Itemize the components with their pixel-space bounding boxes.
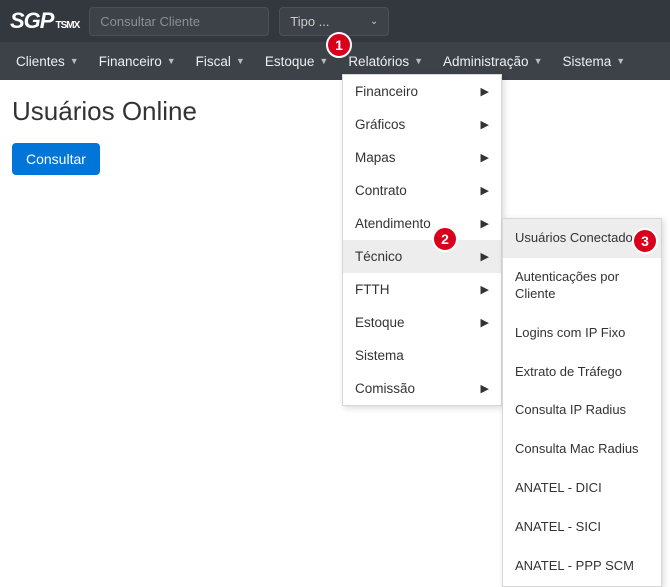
arrow-right-icon: ▶: [481, 316, 489, 329]
dropdown-item-label: Técnico: [355, 249, 402, 264]
arrow-right-icon: ▶: [481, 118, 489, 131]
dropdown-item-ftth[interactable]: FTTH ▶: [343, 273, 501, 306]
dropdown-item-contrato[interactable]: Contrato ▶: [343, 174, 501, 207]
dropdown-item-graficos[interactable]: Gráficos ▶: [343, 108, 501, 141]
arrow-right-icon: ▶: [481, 283, 489, 296]
menu-clientes[interactable]: Clientes▼: [6, 42, 89, 80]
menu-financeiro[interactable]: Financeiro▼: [89, 42, 186, 80]
annotation-badge-2: 2: [432, 226, 458, 252]
arrow-right-icon: ▶: [481, 151, 489, 164]
dropdown-item-label: Atendimento: [355, 216, 431, 231]
search-input[interactable]: [89, 7, 269, 36]
dropdown-item-label: Sistema: [355, 348, 404, 363]
arrow-right-icon: ▶: [481, 217, 489, 230]
submenu-item[interactable]: ANATEL - SICI: [503, 508, 661, 547]
annotation-badge-1: 1: [326, 32, 352, 58]
logo-small: TSMX: [55, 20, 79, 31]
submenu-item[interactable]: Extrato de Tráfego: [503, 353, 661, 392]
dropdown-item-label: Mapas: [355, 150, 396, 165]
dropdown-item-mapas[interactable]: Mapas ▶: [343, 141, 501, 174]
logo-big: SGP: [10, 8, 53, 34]
logo: SGP TSMX: [10, 8, 79, 34]
dropdown-item-label: Comissão: [355, 381, 415, 396]
arrow-right-icon: ▶: [481, 184, 489, 197]
dropdown-item-estoque[interactable]: Estoque ▶: [343, 306, 501, 339]
page-title: Usuários Online: [12, 96, 658, 127]
arrow-right-icon: ▶: [481, 250, 489, 263]
dropdown-item-atendimento[interactable]: Atendimento ▶: [343, 207, 501, 240]
caret-down-icon: ▼: [167, 56, 176, 66]
caret-down-icon: ▼: [236, 56, 245, 66]
dropdown-relatorios: Financeiro▶Gráficos▶Mapas▶Contrato▶Atend…: [342, 74, 502, 406]
annotation-badge-3: 3: [632, 228, 658, 254]
dropdown-item-label: Estoque: [355, 315, 405, 330]
submenu-item[interactable]: ANATEL - PPP SCM: [503, 547, 661, 586]
content: Usuários Online Consultar: [0, 80, 670, 191]
submenu-item[interactable]: Logins com IP Fixo: [503, 314, 661, 353]
tipo-label: Tipo ...: [290, 14, 329, 29]
submenu-item[interactable]: ANATEL - DICI: [503, 469, 661, 508]
caret-down-icon: ▼: [70, 56, 79, 66]
caret-down-icon: ▼: [319, 56, 328, 66]
chevron-down-icon: ⌄: [370, 16, 378, 27]
submenu-item[interactable]: Consulta Mac Radius: [503, 430, 661, 469]
dropdown-item-financeiro[interactable]: Financeiro ▶: [343, 75, 501, 108]
dropdown-item-label: Contrato: [355, 183, 407, 198]
caret-down-icon: ▼: [534, 56, 543, 66]
submenu-tecnico: Usuários ConectadosAutenticações por Cli…: [502, 218, 662, 587]
submenu-item[interactable]: Consulta IP Radius: [503, 391, 661, 430]
menu-sistema[interactable]: Sistema▼: [552, 42, 635, 80]
dropdown-item-tecnico[interactable]: Técnico ▶: [343, 240, 501, 273]
arrow-right-icon: ▶: [481, 85, 489, 98]
dropdown-item-label: Financeiro: [355, 84, 418, 99]
dropdown-item-sistema[interactable]: Sistema: [343, 339, 501, 372]
consultar-button[interactable]: Consultar: [12, 143, 100, 175]
menu-fiscal[interactable]: Fiscal▼: [186, 42, 255, 80]
caret-down-icon: ▼: [414, 56, 423, 66]
caret-down-icon: ▼: [616, 56, 625, 66]
tipo-select[interactable]: Tipo ... ⌄: [279, 7, 389, 36]
dropdown-item-label: FTTH: [355, 282, 390, 297]
dropdown-item-comissao[interactable]: Comissão ▶: [343, 372, 501, 405]
arrow-right-icon: ▶: [481, 382, 489, 395]
dropdown-item-label: Gráficos: [355, 117, 405, 132]
submenu-item[interactable]: Autenticações por Cliente: [503, 258, 661, 314]
